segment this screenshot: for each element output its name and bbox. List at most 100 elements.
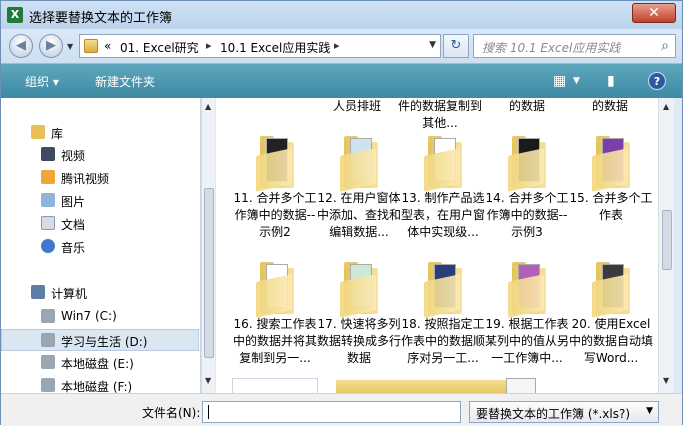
file-type-filter[interactable]: 要替换文本的工作簿 (*.xls?) ▼	[469, 401, 659, 423]
nav-item-library[interactable]: 库	[1, 122, 199, 144]
file-item[interactable]: 19. 根据工作表某列中的值从另一工作簿中...	[484, 260, 570, 367]
view-options-icon[interactable]: ▦	[553, 73, 566, 89]
file-name: 12. 在用户窗体中添加、查找和编辑数据...	[316, 191, 401, 239]
nav-item-label: 文档	[61, 218, 86, 232]
nav-item-label: 计算机	[51, 287, 88, 301]
nav-item-computer[interactable]: 计算机	[1, 282, 199, 304]
documents-icon	[41, 216, 55, 230]
nav-item-label: 学习与生活 (D:)	[61, 335, 148, 349]
text-caret	[208, 405, 209, 419]
filename-input[interactable]	[202, 401, 461, 423]
file-item[interactable]: 13. 制作产品选型表，在用户窗体中实现级...	[400, 134, 486, 241]
nav-item-pictures[interactable]: 图片	[1, 190, 199, 212]
file-item[interactable]: 20. 使用Excel中的数据自动填写Word...	[568, 260, 654, 367]
help-icon[interactable]: ?	[648, 72, 666, 90]
tencent-video-icon	[41, 170, 55, 184]
drive-icon	[41, 378, 55, 392]
file-list-scrollbar[interactable]: ▲ ▼	[658, 98, 674, 393]
navigation-pane: 库 视频 腾讯视频 图片 文档 音乐 计算机 Win7 (C:) 学习与生活 (…	[1, 98, 201, 394]
file-name: 11. 合并多个工作簿中的数据--示例2	[233, 191, 317, 239]
breadcrumb-separator-icon[interactable]: ▸	[206, 39, 212, 52]
folder-icon	[420, 134, 464, 192]
refresh-button[interactable]: ↻	[443, 34, 469, 58]
file-name: 的数据	[508, 99, 545, 113]
file-name: 14. 合并多个工作簿中的数据--示例3	[485, 191, 569, 239]
drive-icon	[41, 333, 55, 347]
library-icon	[31, 125, 45, 139]
nav-scrollbar[interactable]: ▲ ▼	[201, 98, 215, 393]
search-box[interactable]: 搜索 10.1 Excel应用实践 ⌕	[473, 34, 676, 58]
scroll-thumb[interactable]	[662, 210, 672, 270]
nav-item-drive-e[interactable]: 本地磁盘 (E:)	[1, 352, 199, 374]
breadcrumb-item[interactable]: 10.1 Excel应用实践	[220, 39, 330, 56]
nav-item-documents[interactable]: 文档	[1, 213, 199, 235]
file-item[interactable]: 的数据	[484, 98, 570, 115]
folder-icon	[588, 260, 632, 318]
excel-icon: X	[7, 7, 23, 23]
folder-icon	[504, 260, 548, 318]
scroll-up-icon[interactable]: ▲	[205, 102, 211, 111]
file-item[interactable]: 人员排班	[314, 98, 400, 115]
scroll-thumb[interactable]	[204, 188, 214, 358]
file-name: 17. 快速将多列数据转换成多行数据	[316, 317, 401, 365]
folder-icon	[252, 134, 296, 192]
file-item[interactable]: 16. 搜索工作表中的数据并将其复制到另一...	[232, 260, 318, 367]
file-item[interactable]: 的数据	[567, 98, 653, 115]
nav-item-label: 本地磁盘 (E:)	[61, 357, 134, 371]
forward-arrow-icon: ▶	[46, 38, 56, 53]
nav-item-tencent-video[interactable]: 腾讯视频	[1, 167, 199, 189]
chevron-down-icon: ▼	[646, 406, 653, 416]
forward-button[interactable]: ▶	[39, 34, 63, 58]
folder-icon[interactable]	[336, 380, 422, 393]
address-bar[interactable]: « 01. Excel研究 ▸ 10.1 Excel应用实践 ▸ ▼	[79, 34, 441, 58]
scroll-up-icon[interactable]: ▲	[663, 102, 669, 111]
file-item[interactable]: 15. 合并多个工作表	[568, 134, 654, 224]
file-icon[interactable]	[506, 378, 536, 393]
folder-icon	[588, 134, 632, 192]
breadcrumb-item[interactable]: 01. Excel研究	[120, 39, 199, 56]
file-item[interactable]: 件的数据复制到其他...	[397, 98, 483, 132]
file-name: 19. 根据工作表某列中的值从另一工作簿中...	[484, 317, 569, 365]
nav-item-drive-c[interactable]: Win7 (C:)	[1, 306, 199, 328]
folder-icon[interactable]	[420, 380, 506, 393]
back-button[interactable]: ◀	[9, 34, 33, 58]
file-item[interactable]: 14. 合并多个工作簿中的数据--示例3	[484, 134, 570, 241]
file-item[interactable]: 11. 合并多个工作簿中的数据--示例2	[232, 134, 318, 241]
view-dropdown-icon[interactable]: ▼	[573, 76, 580, 86]
preview-pane-icon[interactable]: ▮	[607, 73, 615, 89]
nav-item-label: 腾讯视频	[61, 172, 110, 186]
nav-item-label: 音乐	[61, 241, 86, 255]
scroll-down-icon[interactable]: ▼	[663, 376, 669, 385]
organize-button[interactable]: 组织 ▾	[25, 73, 59, 90]
address-dropdown-icon[interactable]: ▼	[429, 40, 436, 50]
file-list: 人员排班 件的数据复制到其他... 的数据 的数据 11. 合并多个工作簿中的数…	[216, 98, 658, 393]
file-name: 的数据	[591, 99, 628, 113]
folder-icon	[336, 134, 380, 192]
recent-locations-dropdown[interactable]: ▼	[67, 42, 73, 51]
nav-item-video[interactable]: 视频	[1, 144, 199, 166]
search-icon[interactable]: ⌕	[661, 38, 669, 54]
new-folder-button[interactable]: 新建文件夹	[95, 73, 155, 90]
file-item[interactable]: 18. 按照指定工作表中的数据顺序对另一工...	[400, 260, 486, 367]
pictures-icon	[41, 193, 55, 207]
breadcrumb-separator-icon[interactable]: ▸	[334, 39, 340, 52]
drive-icon	[41, 355, 55, 369]
footer: 文件名(N): 要替换文本的工作簿 (*.xls?) ▼	[1, 393, 682, 426]
file-name: 15. 合并多个工作表	[569, 191, 653, 222]
nav-item-music[interactable]: 音乐	[1, 236, 199, 258]
file-open-dialog: X 选择要替换文本的工作簿 ✕ ◀ ▶ ▼ « 01. Excel研究 ▸ 10…	[0, 0, 683, 426]
nav-item-label: Win7 (C:)	[61, 309, 117, 323]
breadcrumb-overflow[interactable]: «	[104, 39, 111, 53]
folder-icon	[420, 260, 464, 318]
nav-item-drive-d[interactable]: 学习与生活 (D:)	[1, 329, 199, 351]
drive-icon	[41, 309, 55, 323]
file-name: 人员排班	[332, 99, 381, 113]
file-name: 13. 制作产品选型表，在用户窗体中实现级...	[400, 191, 485, 239]
scroll-down-icon[interactable]: ▼	[205, 376, 211, 385]
file-item[interactable]	[232, 378, 318, 393]
dialog-title: 选择要替换文本的工作簿	[29, 11, 173, 26]
file-type-filter-label: 要替换文本的工作簿 (*.xls?)	[476, 407, 631, 421]
close-button[interactable]: ✕	[632, 3, 676, 23]
file-item[interactable]: 17. 快速将多列数据转换成多行数据	[316, 260, 402, 367]
file-item[interactable]: 12. 在用户窗体中添加、查找和编辑数据...	[316, 134, 402, 241]
